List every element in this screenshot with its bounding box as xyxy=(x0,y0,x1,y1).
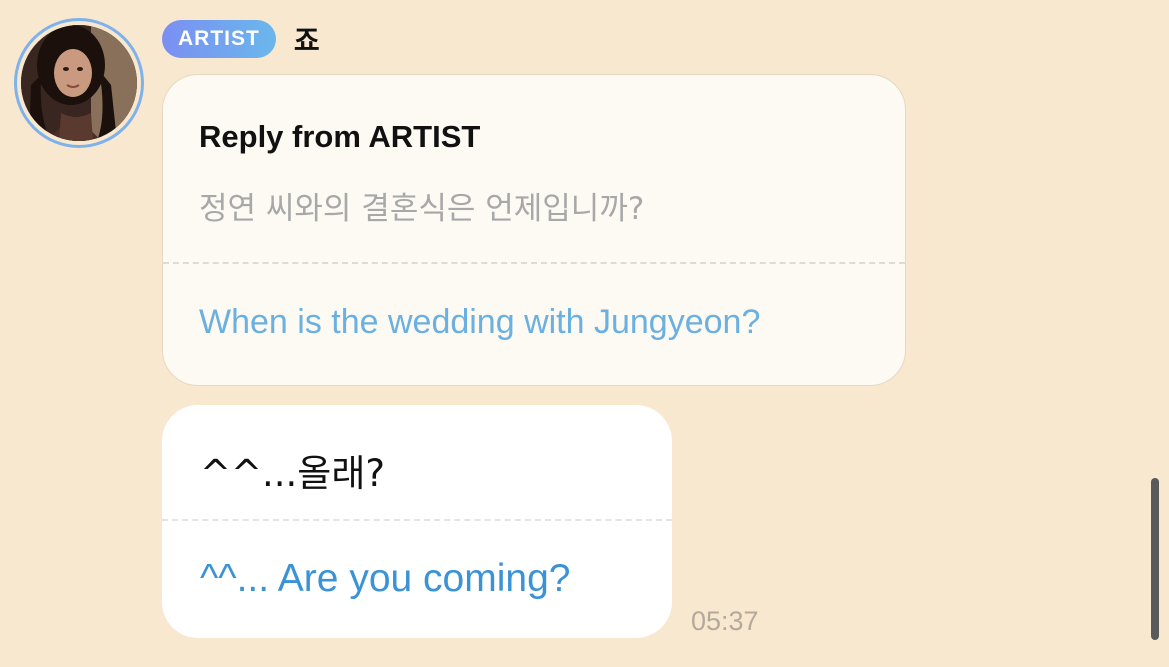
avatar[interactable] xyxy=(21,25,137,141)
message-header: ARTIST 죠 xyxy=(162,20,320,58)
scrollbar[interactable] xyxy=(1151,478,1159,640)
message-original-text: ^^...올래? xyxy=(200,452,386,495)
reply-title: Reply from ARTIST xyxy=(199,119,481,154)
reply-original-text: 정연 씨와의 결혼식은 언제입니까? xyxy=(199,191,645,227)
message-timestamp: 05:37 xyxy=(691,606,759,636)
reply-translation-text: When is the wedding with Jungyeon? xyxy=(199,303,761,341)
artist-badge: ARTIST xyxy=(162,20,276,58)
message-divider xyxy=(162,519,672,521)
sender-name[interactable]: 죠 xyxy=(294,19,320,59)
message-translation-text: ^^... Are you coming? xyxy=(200,557,571,600)
reply-quote-card[interactable]: Reply from ARTIST 정연 씨와의 결혼식은 언제입니까? Whe… xyxy=(162,74,906,386)
message-bubble[interactable]: ^^...올래? ^^... Are you coming? xyxy=(162,405,672,638)
avatar-photo xyxy=(21,25,137,141)
avatar-ring[interactable] xyxy=(14,18,144,148)
reply-divider xyxy=(163,262,905,264)
